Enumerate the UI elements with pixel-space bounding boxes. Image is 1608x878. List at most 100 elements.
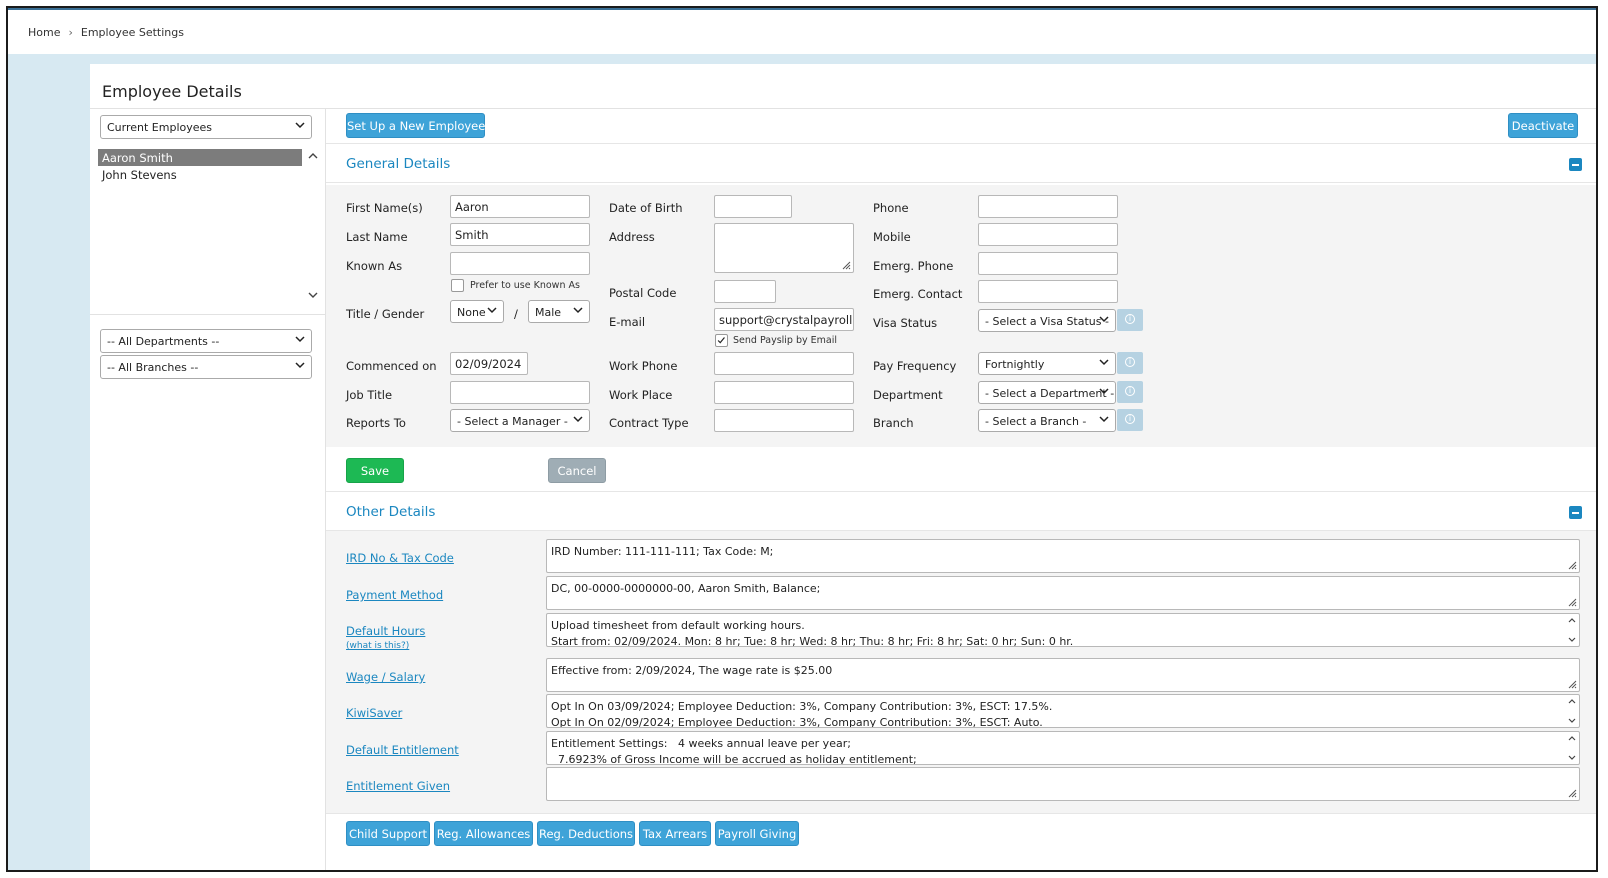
payment-method-link[interactable]: Payment Method [346, 588, 443, 602]
default-hours-text[interactable]: Upload timesheet from default working ho… [546, 613, 1580, 647]
mobile-field[interactable] [978, 223, 1118, 246]
emerg-phone-label: Emerg. Phone [873, 259, 954, 273]
title-select[interactable]: None [450, 300, 504, 323]
reports-to-value: - Select a Manager - [457, 415, 568, 428]
textarea-scrollbar[interactable] [1567, 616, 1577, 644]
dob-field[interactable] [714, 195, 792, 218]
text-line: Upload timesheet from default working ho… [551, 619, 805, 632]
address-field[interactable] [714, 223, 854, 273]
info-icon[interactable]: i [1117, 409, 1143, 431]
resize-grip-icon[interactable] [1567, 679, 1577, 689]
work-phone-field[interactable] [714, 352, 854, 375]
visa-status-select[interactable]: - Select a Visa Status - [978, 309, 1116, 332]
job-title-label: Job Title [346, 388, 393, 402]
tax-arrears-button[interactable]: Tax Arrears [639, 821, 711, 846]
phone-field[interactable] [978, 195, 1118, 218]
list-item[interactable]: John Stevens [98, 166, 302, 183]
info-icon[interactable]: i [1117, 309, 1143, 331]
textarea-scrollbar[interactable] [1567, 734, 1577, 762]
save-button[interactable]: Save [346, 458, 404, 483]
default-hours-link[interactable]: Default Hours [346, 624, 425, 638]
reports-to-select[interactable]: - Select a Manager - [450, 409, 590, 432]
resize-grip-icon[interactable] [841, 260, 851, 270]
department-value: - Select a Department - [985, 387, 1115, 400]
branch-filter-select[interactable]: -- All Branches -- [100, 355, 312, 379]
emerg-phone-field[interactable] [978, 252, 1118, 275]
resize-grip-icon[interactable] [1567, 560, 1577, 570]
wage-salary-text[interactable]: Effective from: 2/09/2024, The wage rate… [546, 658, 1580, 692]
work-place-field[interactable] [714, 381, 854, 404]
reg-allowances-button[interactable]: Reg. Allowances [434, 821, 533, 846]
payroll-giving-button[interactable]: Payroll Giving [715, 821, 799, 846]
info-icon[interactable]: i [1117, 381, 1143, 403]
chevron-down-icon [1099, 316, 1109, 323]
department-filter-select[interactable]: -- All Departments -- [100, 329, 312, 353]
collapse-icon[interactable] [1569, 506, 1582, 519]
job-title-field[interactable] [450, 381, 590, 404]
pay-frequency-select[interactable]: Fortnightly [978, 352, 1116, 375]
kiwisaver-text[interactable]: Opt In On 03/09/2024; Employee Deduction… [546, 694, 1580, 728]
pay-frequency-label: Pay Frequency [873, 359, 957, 373]
default-entitlement-link[interactable]: Default Entitlement [346, 743, 459, 757]
payment-method-text[interactable]: DC, 00-0000-0000000-00, Aaron Smith, Bal… [546, 576, 1580, 610]
prefer-known-as-checkbox[interactable] [451, 279, 464, 292]
general-details-body: First Name(s) Aaron Last Name Smith Know… [326, 185, 1596, 447]
child-support-button[interactable]: Child Support [346, 821, 430, 846]
ird-tax-code-text[interactable]: IRD Number: 111-111-111; Tax Code: M; [546, 539, 1580, 573]
breadcrumb-home[interactable]: Home [28, 26, 60, 39]
what-is-this-link[interactable]: (what is this?) [346, 641, 409, 651]
first-name-field[interactable]: Aaron [450, 195, 590, 218]
check-icon [717, 337, 725, 344]
reg-deductions-button[interactable]: Reg. Deductions [537, 821, 635, 846]
new-employee-button[interactable]: Set Up a New Employee [346, 113, 485, 138]
dob-label: Date of Birth [609, 201, 683, 215]
chevron-down-icon [1099, 388, 1109, 395]
text-line: Opt In On 03/09/2024; Employee Deduction… [551, 700, 1053, 713]
last-name-label: Last Name [346, 230, 408, 244]
postal-code-label: Postal Code [609, 286, 677, 300]
entitlement-given-text[interactable] [546, 767, 1580, 801]
contract-type-field[interactable] [714, 409, 854, 432]
known-as-field[interactable] [450, 252, 590, 275]
chevron-down-icon [295, 362, 305, 369]
text-line: DC, 00-0000-0000000-00, Aaron Smith, Bal… [551, 582, 821, 595]
visa-status-label: Visa Status [873, 316, 938, 330]
list-item[interactable]: Aaron Smith [98, 149, 302, 166]
commenced-field[interactable]: 02/09/2024 [450, 352, 528, 375]
employee-details-panel: Employee Details Current Employees Aaron… [90, 64, 1596, 870]
resize-grip-icon[interactable] [1567, 788, 1577, 798]
list-scrollbar[interactable] [306, 149, 320, 303]
email-label: E-mail [609, 315, 646, 329]
entitlement-given-link[interactable]: Entitlement Given [346, 779, 450, 793]
employee-filter-value: Current Employees [107, 121, 213, 134]
text-line: Entitlement Settings: 4 weeks annual lea… [551, 737, 851, 750]
wage-salary-link[interactable]: Wage / Salary [346, 670, 425, 684]
ird-tax-code-link[interactable]: IRD No & Tax Code [346, 551, 454, 565]
textarea-scrollbar[interactable] [1567, 697, 1577, 725]
branch-select[interactable]: - Select a Branch - [978, 409, 1116, 432]
default-entitlement-text[interactable]: Entitlement Settings: 4 weeks annual lea… [546, 731, 1580, 765]
chevron-down-icon [573, 416, 583, 423]
postal-code-field[interactable] [714, 280, 776, 303]
employee-filter-select[interactable]: Current Employees [100, 115, 312, 139]
info-icon[interactable]: i [1117, 352, 1143, 374]
text-line: Opt In On 02/09/2024; Employee Deduction… [551, 716, 1043, 728]
last-name-field[interactable]: Smith [450, 223, 590, 246]
cancel-button[interactable]: Cancel [548, 458, 606, 483]
text-line: Start from: 02/09/2024. Mon: 8 hr; Tue: … [551, 635, 1074, 647]
collapse-icon[interactable] [1569, 158, 1582, 171]
department-select[interactable]: - Select a Department - [978, 381, 1116, 404]
deactivate-button[interactable]: Deactivate [1508, 113, 1578, 138]
first-name-label: First Name(s) [346, 201, 423, 215]
gender-select[interactable]: Male [528, 300, 590, 323]
section-title: Other Details [346, 504, 436, 520]
gender-value: Male [535, 306, 562, 319]
employee-form: Set Up a New Employee Deactivate General… [326, 108, 1596, 870]
email-field[interactable]: support@crystalpayroll.co [714, 308, 854, 331]
resize-grip-icon[interactable] [1567, 597, 1577, 607]
send-payslip-checkbox[interactable] [715, 334, 728, 347]
emerg-contact-field[interactable] [978, 280, 1118, 303]
title-value: None [457, 306, 486, 319]
department-filter-value: -- All Departments -- [107, 335, 220, 348]
kiwisaver-link[interactable]: KiwiSaver [346, 706, 402, 720]
